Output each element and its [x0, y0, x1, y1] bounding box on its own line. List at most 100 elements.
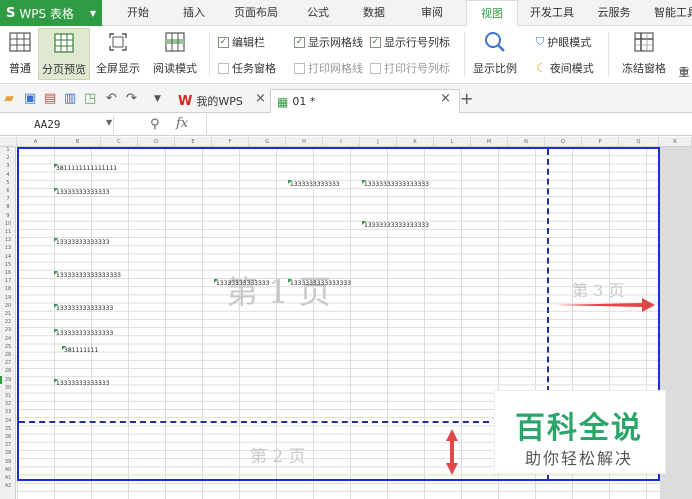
col-header[interactable]: R	[659, 137, 692, 147]
row-header[interactable]: 27	[0, 360, 16, 366]
app-menu-button[interactable]: S WPS 表格 ▼	[0, 0, 102, 26]
night-mode-button[interactable]: ☾ 夜间模式	[536, 60, 594, 76]
horizontal-page-break[interactable]	[19, 421, 489, 423]
chevron-down-icon[interactable]: ▼	[106, 118, 112, 127]
row-header[interactable]: 10	[0, 221, 16, 227]
row-header[interactable]: 29	[0, 377, 16, 383]
close-icon[interactable]: ×	[440, 91, 451, 106]
row-header[interactable]: 19	[0, 295, 16, 301]
row-header[interactable]: 33	[0, 409, 16, 415]
row-header[interactable]: 34	[0, 418, 16, 424]
cell-value[interactable]: 13333333333333333	[362, 180, 429, 188]
row-header[interactable]: 23	[0, 327, 16, 333]
cell-value[interactable]: 133333333333333	[53, 304, 113, 312]
redo-icon[interactable]: ↷	[126, 91, 137, 106]
col-header[interactable]: O	[545, 137, 582, 147]
menu-page-layout[interactable]: 页面布局	[228, 0, 284, 26]
row-header[interactable]: 24	[0, 336, 16, 342]
row-header[interactable]: 9	[0, 213, 16, 219]
row-header[interactable]: 31	[0, 393, 16, 399]
cell-value[interactable]: 133333333333333	[53, 329, 113, 337]
row-header[interactable]: 41	[0, 475, 16, 481]
col-header[interactable]: I	[323, 137, 360, 147]
close-icon[interactable]: ×	[255, 91, 266, 106]
row-header[interactable]: 20	[0, 303, 16, 309]
page-break-preview-button[interactable]: 分页预览	[38, 28, 90, 80]
cell-value[interactable]: 3811111111111111	[53, 164, 117, 172]
row-header[interactable]: 6	[0, 188, 16, 194]
row-header[interactable]: 28	[0, 368, 16, 374]
row-header[interactable]: 26	[0, 352, 16, 358]
cell-value[interactable]: 13333333333333333	[362, 221, 429, 229]
cell-value[interactable]: 1333333333333333	[287, 279, 351, 287]
reading-mode-button[interactable]: 阅读模式	[146, 28, 204, 80]
edit-bar-toggle[interactable]: ✓ 编辑栏	[218, 34, 265, 50]
menu-smart-tools[interactable]: 智能工具	[648, 0, 692, 26]
cell-value[interactable]: 381111111	[61, 346, 98, 354]
row-header[interactable]: 2	[0, 155, 16, 161]
col-header[interactable]: A	[17, 137, 55, 147]
eye-protect-button[interactable]: ⛉ 护眼模式	[536, 34, 591, 50]
cell-value[interactable]: 13333333333333333	[54, 271, 121, 279]
row-header[interactable]: 40	[0, 467, 16, 473]
col-header[interactable]: J	[360, 137, 397, 147]
menu-formula[interactable]: 公式	[300, 0, 336, 26]
row-header[interactable]: 7	[0, 196, 16, 202]
open-folder-icon[interactable]: ▰	[4, 91, 14, 106]
row-header[interactable]: 38	[0, 450, 16, 456]
fullscreen-button[interactable]: 全屏显示	[94, 28, 142, 80]
row-header[interactable]: 11	[0, 229, 16, 235]
tab-document[interactable]: ▦ 01 *	[270, 89, 460, 113]
cell-value[interactable]: 1333333333333	[288, 180, 340, 188]
cell-value[interactable]: 13333333333333	[213, 279, 269, 287]
row-header[interactable]: 37	[0, 442, 16, 448]
chevron-down-icon[interactable]: ▼	[154, 94, 161, 104]
menu-data[interactable]: 数据	[356, 0, 392, 26]
col-header[interactable]: E	[175, 137, 212, 147]
menu-insert[interactable]: 插入	[176, 0, 212, 26]
show-headers-toggle[interactable]: ✓ 显示行号列标	[370, 34, 450, 50]
col-header[interactable]: Q	[619, 137, 659, 147]
row-header[interactable]: 14	[0, 254, 16, 260]
cell-value[interactable]: 13333333333333	[53, 238, 109, 246]
row-header[interactable]: 15	[0, 262, 16, 268]
row-header[interactable]: 18	[0, 286, 16, 292]
print-preview-icon[interactable]: ◳	[84, 91, 96, 106]
cell-value[interactable]: 13333333333333	[53, 379, 109, 387]
row-header[interactable]: 42	[0, 483, 16, 489]
task-pane-toggle[interactable]: 任务窗格	[218, 60, 276, 76]
select-all-corner[interactable]	[0, 137, 17, 147]
zoom-button[interactable]: 显示比例	[470, 28, 520, 80]
row-header[interactable]: 1	[0, 147, 16, 153]
freeze-panes-button[interactable]: 冻结窗格	[614, 28, 674, 80]
row-header[interactable]: 35	[0, 426, 16, 432]
function-icon[interactable]: fx	[176, 116, 188, 131]
print-gridlines-toggle[interactable]: 打印网格线	[294, 60, 363, 76]
row-header[interactable]: 25	[0, 344, 16, 350]
col-header[interactable]: D	[138, 137, 175, 147]
menu-view[interactable]: 视图	[466, 0, 518, 27]
row-header[interactable]: 21	[0, 311, 16, 317]
menu-home[interactable]: 开始	[120, 0, 156, 26]
print-headers-toggle[interactable]: 打印行号列标	[370, 60, 450, 76]
col-header[interactable]: B	[55, 137, 101, 147]
menu-cloud[interactable]: 云服务	[592, 0, 636, 26]
col-header[interactable]: G	[249, 137, 286, 147]
normal-view-button[interactable]: 普通	[2, 28, 38, 80]
col-header[interactable]: M	[471, 137, 508, 147]
row-header[interactable]: 17	[0, 278, 16, 284]
zoom-search-icon[interactable]: ⚲	[150, 117, 160, 132]
col-header[interactable]: N	[508, 137, 545, 147]
row-header[interactable]: 16	[0, 270, 16, 276]
col-header[interactable]: K	[397, 137, 434, 147]
menu-review[interactable]: 审阅	[412, 0, 452, 26]
row-header[interactable]: 39	[0, 459, 16, 465]
menu-developer[interactable]: 开发工具	[524, 0, 580, 26]
row-header[interactable]: 5	[0, 180, 16, 186]
print-icon[interactable]: ▥	[64, 91, 76, 106]
undo-icon[interactable]: ↶	[106, 91, 117, 106]
rearrange-button[interactable]: 重	[676, 52, 692, 80]
row-header[interactable]: 12	[0, 237, 16, 243]
row-header[interactable]: 4	[0, 172, 16, 178]
formula-input[interactable]	[206, 114, 692, 136]
